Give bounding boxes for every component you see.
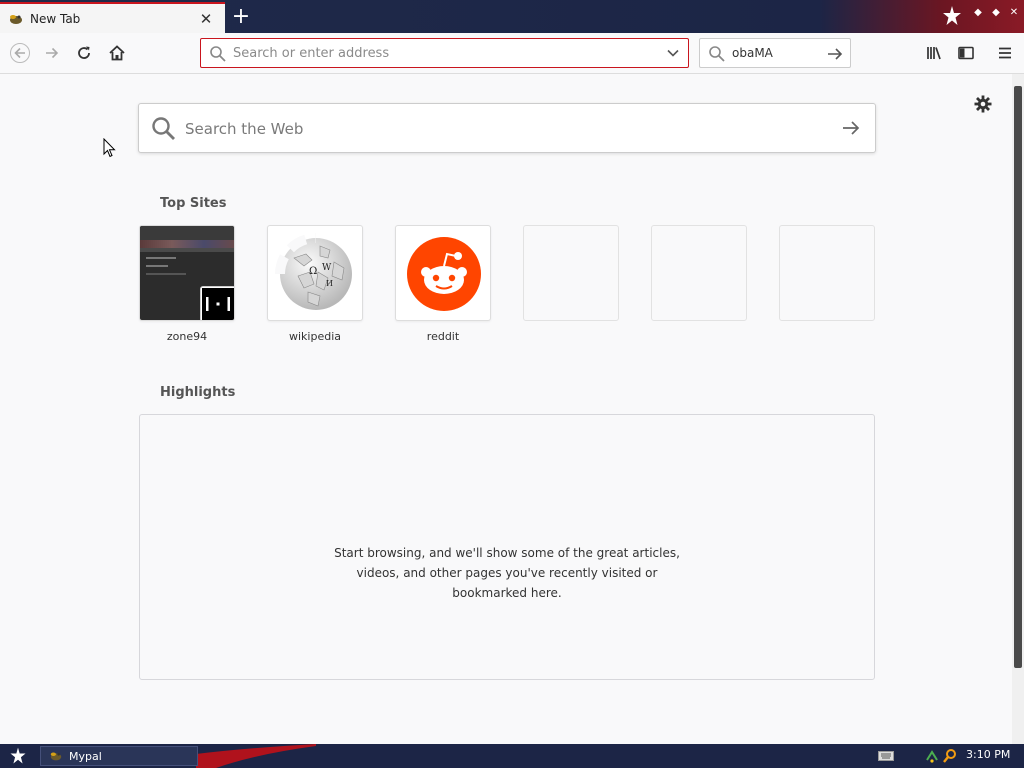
search-icon: [709, 46, 725, 62]
site-label: zone94: [166, 330, 208, 343]
highlights-empty-message: Start browsing, and we'll show some of t…: [334, 546, 680, 600]
site-thumbnail[interactable]: Ω W И: [267, 225, 363, 321]
sidebar-button[interactable]: [952, 39, 980, 67]
maximize-icon[interactable]: ◆: [988, 4, 1004, 20]
site-thumbnail[interactable]: [395, 225, 491, 321]
empty-site-placeholder[interactable]: [779, 225, 875, 321]
mypal-favicon-icon: [8, 11, 24, 27]
search-icon[interactable]: [942, 748, 958, 764]
start-button[interactable]: [6, 746, 30, 766]
top-site-zone94[interactable]: zone94: [139, 225, 235, 343]
home-button[interactable]: [103, 39, 131, 67]
mouse-cursor-icon: [103, 138, 116, 158]
keyboard-icon[interactable]: [878, 748, 894, 764]
close-icon[interactable]: ✕: [195, 8, 217, 30]
search-icon: [152, 117, 175, 140]
forward-arrow-icon: [46, 47, 59, 59]
menu-button[interactable]: [991, 39, 1019, 67]
gear-icon[interactable]: [973, 94, 993, 114]
empty-site-placeholder[interactable]: [523, 225, 619, 321]
vertical-scrollbar[interactable]: [1012, 74, 1024, 744]
plus-icon[interactable]: +: [228, 4, 254, 30]
search-icon: [210, 46, 226, 62]
taskbar-item-label: Mypal: [69, 749, 102, 763]
network-icon[interactable]: [924, 748, 940, 764]
arrow-right-icon[interactable]: [826, 45, 844, 63]
navigation-toolbar: obaMA: [0, 33, 1024, 74]
new-tab-page: Top Sites zone94 Ω W И: [0, 74, 1012, 744]
top-sites-title: Top Sites: [160, 196, 227, 211]
site-label: wikipedia: [288, 330, 341, 343]
arrow-right-icon[interactable]: [841, 118, 861, 138]
home-icon: [109, 45, 125, 61]
reddit-logo-icon: [407, 237, 481, 311]
minimize-icon[interactable]: ◆: [970, 4, 986, 20]
svg-text:W: W: [322, 263, 332, 273]
wikipedia-globe-icon: Ω W И: [275, 233, 352, 310]
scrollbar-thumb[interactable]: [1014, 86, 1022, 668]
mypal-favicon-icon: [49, 749, 63, 763]
svg-text:Ω: Ω: [309, 266, 317, 277]
svg-text:И: И: [326, 279, 333, 288]
url-input[interactable]: [233, 44, 653, 62]
empty-site-placeholder[interactable]: [651, 225, 747, 321]
taskbar-decoration: [196, 744, 316, 768]
top-site-reddit[interactable]: reddit: [395, 225, 491, 343]
top-site-wikipedia[interactable]: Ω W И wikipedia: [267, 225, 363, 343]
star-icon: [10, 747, 26, 764]
forward-button[interactable]: [38, 39, 66, 67]
site-thumbnail[interactable]: [139, 225, 235, 321]
tab-title: New Tab: [30, 11, 81, 26]
top-site-empty[interactable]: [779, 225, 875, 330]
top-site-empty[interactable]: [523, 225, 619, 330]
taskbar-clock: 3:10 PM: [966, 748, 1011, 761]
reload-button[interactable]: [70, 39, 98, 67]
tab-new-tab[interactable]: New Tab ✕: [0, 2, 225, 33]
back-arrow-icon: [10, 43, 30, 63]
back-button[interactable]: [6, 39, 34, 67]
highlights-title: Highlights: [160, 385, 236, 400]
search-bar-value[interactable]: obaMA: [732, 46, 773, 60]
web-search-input[interactable]: [185, 118, 825, 140]
library-icon: [927, 47, 941, 60]
site-label: reddit: [426, 330, 460, 343]
sidebar-icon: [958, 46, 974, 60]
web-search-box[interactable]: [138, 103, 876, 153]
search-bar[interactable]: obaMA: [699, 38, 851, 68]
chevron-down-icon[interactable]: [666, 46, 680, 60]
tab-strip: New Tab ✕ + ◆ ◆ ✕: [0, 0, 1024, 33]
star-icon: [940, 4, 964, 28]
window-close-icon[interactable]: ✕: [1006, 4, 1022, 20]
library-button[interactable]: [920, 39, 948, 67]
reload-icon: [78, 46, 90, 59]
hamburger-menu-icon: [999, 47, 1011, 59]
url-bar[interactable]: [200, 38, 689, 68]
taskbar-item-mypal[interactable]: Mypal: [40, 746, 198, 766]
zone94-favicon-icon: [200, 286, 234, 320]
top-site-empty[interactable]: [651, 225, 747, 330]
highlights-panel: Start browsing, and we'll show some of t…: [139, 414, 875, 680]
taskbar: Mypal 3:10 PM: [0, 744, 1024, 768]
